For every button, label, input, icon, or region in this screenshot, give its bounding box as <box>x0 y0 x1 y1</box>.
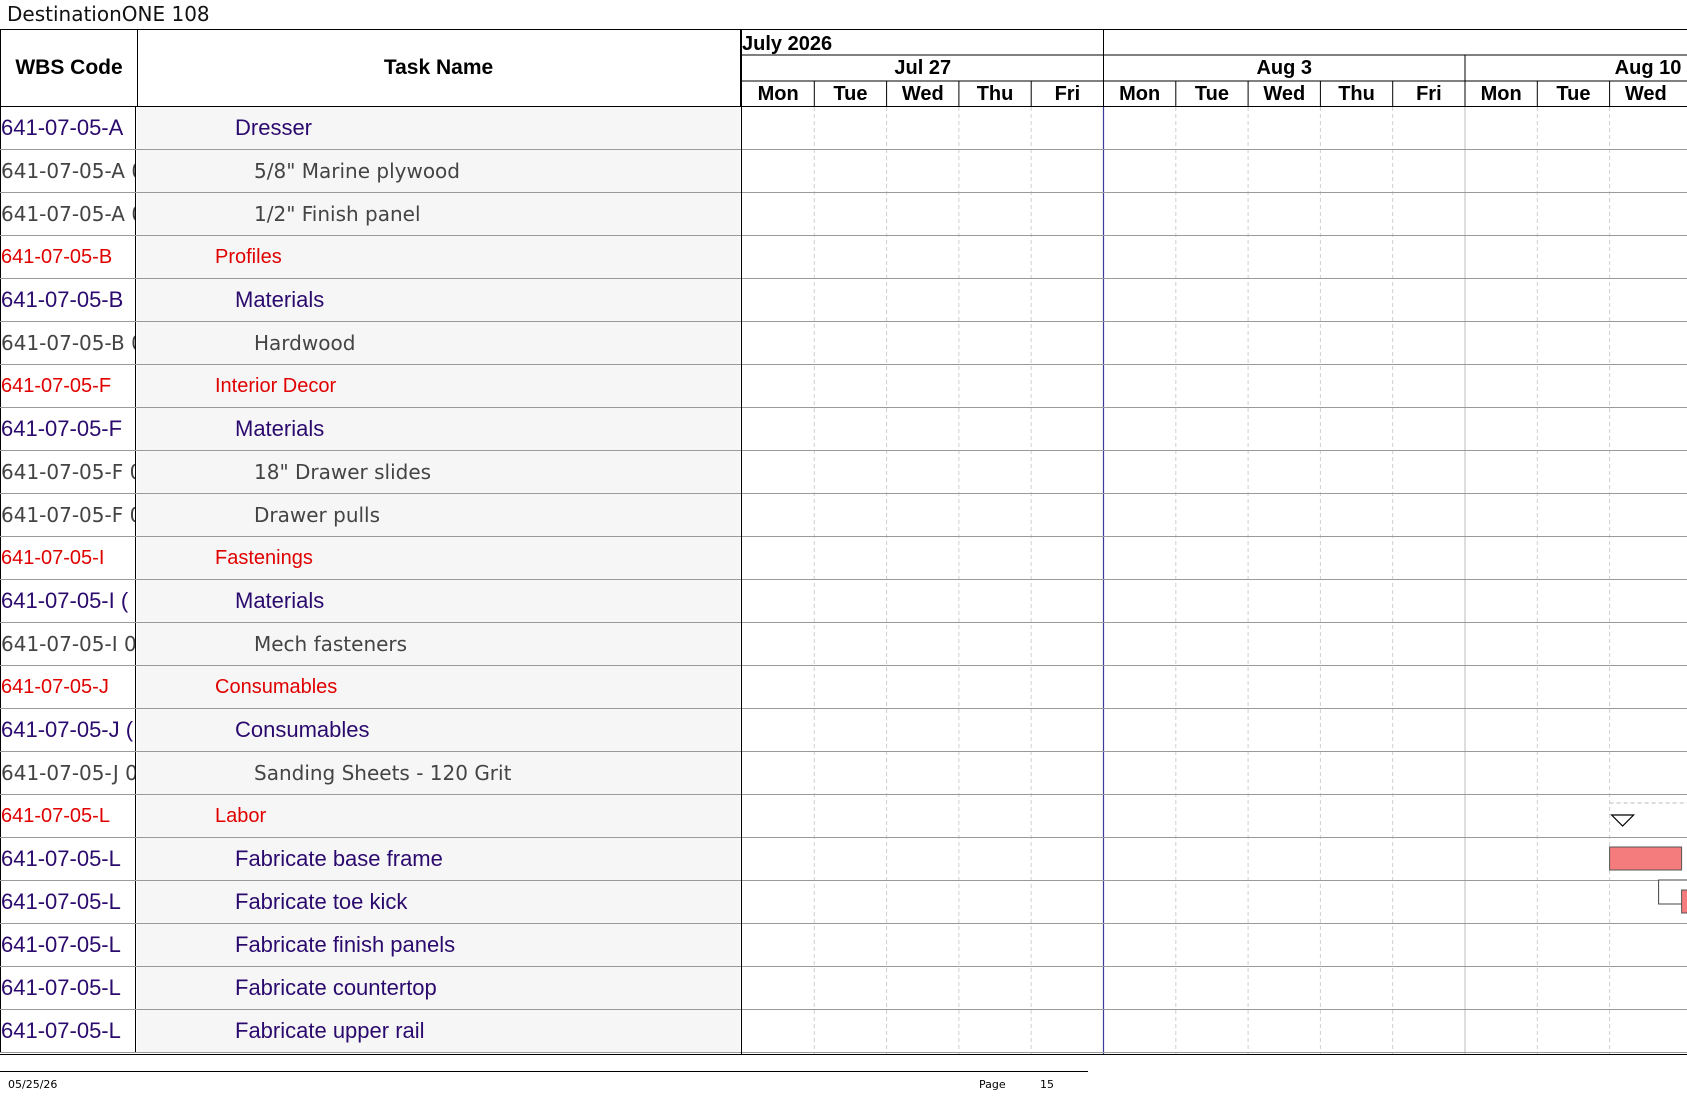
table-row[interactable]: 641-07-05-I Fastenings <box>0 537 741 580</box>
wbs-code-cell: 641-07-05-I <box>0 537 136 579</box>
task-name-cell: 1/2" Finish panel <box>137 193 740 235</box>
table-row[interactable]: 641-07-05-B 0 Hardwood <box>0 322 741 365</box>
day-label: Thu <box>1338 83 1375 105</box>
task-name-cell: Dresser <box>137 107 740 149</box>
table-row[interactable]: 641-07-05-A Dresser <box>0 107 741 150</box>
day-label: Fri <box>1416 83 1442 105</box>
table-row[interactable]: 641-07-05-F 0 18" Drawer slides <box>0 451 741 494</box>
task-name-cell: Labor <box>137 795 740 837</box>
task-bar-toe-kick <box>1681 889 1687 914</box>
task-name-cell: Fabricate upper rail <box>137 1010 740 1052</box>
task-name-cell: Interior Decor <box>137 365 740 407</box>
month-label: July 2026 <box>742 33 832 55</box>
wbs-code-cell: 641-07-05-L <box>0 838 136 880</box>
wbs-code-cell: 641-07-05-L <box>0 1010 136 1052</box>
day-label: Fri <box>1055 83 1081 105</box>
day-label: Tue <box>1195 83 1229 105</box>
table-row[interactable]: 641-07-05-J Consumables <box>0 666 741 709</box>
task-name-cell: 5/8" Marine plywood <box>137 150 740 192</box>
table-row[interactable]: 641-07-05-L Fabricate toe kick <box>0 881 741 924</box>
week-label: Jul 27 <box>894 57 951 79</box>
wbs-code-cell: 641-07-05-F <box>0 408 136 450</box>
table-row[interactable]: 641-07-05-J 01 Sanding Sheets - 120 Grit <box>0 752 741 795</box>
wbs-column-header[interactable]: WBS Code <box>0 30 138 107</box>
summary-marker-icon <box>1610 814 1636 827</box>
wbs-code-cell: 641-07-05-A <box>0 107 136 149</box>
day-label: Wed <box>1625 83 1667 105</box>
task-name-cell: Hardwood <box>137 322 740 364</box>
wbs-code-cell: 641-07-05-B <box>0 236 136 278</box>
task-name-cell: Fabricate countertop <box>137 967 740 1009</box>
table-row[interactable]: 641-07-05-L Fabricate base frame <box>0 838 741 881</box>
table-row[interactable]: 641-07-05-F Materials <box>0 408 741 451</box>
wbs-code-cell: 641-07-05-I 01 <box>0 623 136 665</box>
wbs-code-cell: 641-07-05-J ( <box>0 709 136 751</box>
task-name-cell: Fabricate finish panels <box>137 924 740 966</box>
week-label: Aug 3 <box>1256 57 1312 79</box>
week-label: Aug 10 <box>1615 57 1682 79</box>
table-row[interactable]: 641-07-05-B Profiles <box>0 236 741 279</box>
table-row[interactable]: 641-07-05-L Labor <box>0 795 741 838</box>
task-name-cell: Consumables <box>137 666 740 708</box>
wbs-code-cell: 641-07-05-L <box>0 881 136 923</box>
day-label: Mon <box>1119 83 1160 105</box>
footer-date: 05/25/26 <box>8 1078 58 1091</box>
task-name-cell: Consumables <box>137 709 740 751</box>
task-name-cell: Materials <box>137 580 740 622</box>
table-row[interactable]: 641-07-05-L Fabricate countertop <box>0 967 741 1010</box>
wbs-code-cell: 641-07-05-L <box>0 795 136 837</box>
wbs-code-cell: 641-07-05-L <box>0 924 136 966</box>
table-row[interactable]: 641-07-05-B Materials <box>0 279 741 322</box>
day-label: Mon <box>758 83 799 105</box>
task-name-cell: Drawer pulls <box>137 494 740 536</box>
table-row[interactable]: 641-07-05-F 0 Drawer pulls <box>0 494 741 537</box>
wbs-code-cell: 641-07-05-F <box>0 365 136 407</box>
footer-page-number: 15 <box>1040 1078 1054 1091</box>
day-label: Tue <box>1556 83 1590 105</box>
task-column-header[interactable]: Task Name <box>137 30 741 107</box>
task-name-cell: Mech fasteners <box>137 623 740 665</box>
wbs-code-cell: 641-07-05-B <box>0 279 136 321</box>
gantt-report: WBS Code Task Name 641-07-05-A Dresser 641… <box>0 29 1687 1055</box>
footer-page-label: Page <box>979 1078 1006 1091</box>
task-name-cell: Fastenings <box>137 537 740 579</box>
table-row[interactable]: 641-07-05-F Interior Decor <box>0 365 741 408</box>
table-row[interactable]: 641-07-05-I (Materials <box>0 580 741 623</box>
footer-divider <box>0 1071 1088 1072</box>
table-row[interactable]: 641-07-05-L Fabricate upper rail <box>0 1010 741 1053</box>
day-label: Wed <box>1263 83 1305 105</box>
table-row[interactable]: 641-07-05-A 0 5/8" Marine plywood <box>0 150 741 193</box>
wbs-code-cell: 641-07-05-A 0 <box>0 193 136 235</box>
task-name-cell: Materials <box>137 408 740 450</box>
table-row[interactable]: 641-07-05-J (Consumables <box>0 709 741 752</box>
day-label: Mon <box>1481 83 1522 105</box>
wbs-code-cell: 641-07-05-F 0 <box>0 494 136 536</box>
wbs-code-cell: 641-07-05-B 0 <box>0 322 136 364</box>
task-name-cell: Materials <box>137 279 740 321</box>
gantt-canvas: July 2026 Jul 27 Aug 3 Aug 10 Mon Tue Wed Thu Fr… <box>742 30 1687 1054</box>
wbs-code-cell: 641-07-05-A 0 <box>0 150 136 192</box>
gantt-chart: July 2026 Jul 27 Aug 3 Aug 10 Mon Tue Wed Thu Fr… <box>741 30 1687 1054</box>
table-row[interactable]: 641-07-05-L Fabricate finish panels <box>0 924 741 967</box>
day-label: Wed <box>902 83 944 105</box>
task-bar-base-frame <box>1609 846 1683 871</box>
wbs-code-cell: 641-07-05-J <box>0 666 136 708</box>
day-label: Tue <box>833 83 867 105</box>
wbs-code-cell: 641-07-05-L <box>0 967 136 1009</box>
table-row[interactable]: 641-07-05-I 01 Mech fasteners <box>0 623 741 666</box>
wbs-code-cell: 641-07-05-J 01 <box>0 752 136 794</box>
task-name-cell: Profiles <box>137 236 740 278</box>
table-row[interactable]: 641-07-05-A 0 1/2" Finish panel <box>0 193 741 236</box>
document-title: DestinationONE 108 <box>7 2 210 26</box>
task-name-cell: Fabricate base frame <box>137 838 740 880</box>
wbs-code-cell: 641-07-05-I ( <box>0 580 136 622</box>
day-label: Thu <box>977 83 1014 105</box>
wbs-code-cell: 641-07-05-F 0 <box>0 451 136 493</box>
task-name-cell: Sanding Sheets - 120 Grit <box>137 752 740 794</box>
task-name-cell: 18" Drawer slides <box>137 451 740 493</box>
task-name-cell: Fabricate toe kick <box>137 881 740 923</box>
